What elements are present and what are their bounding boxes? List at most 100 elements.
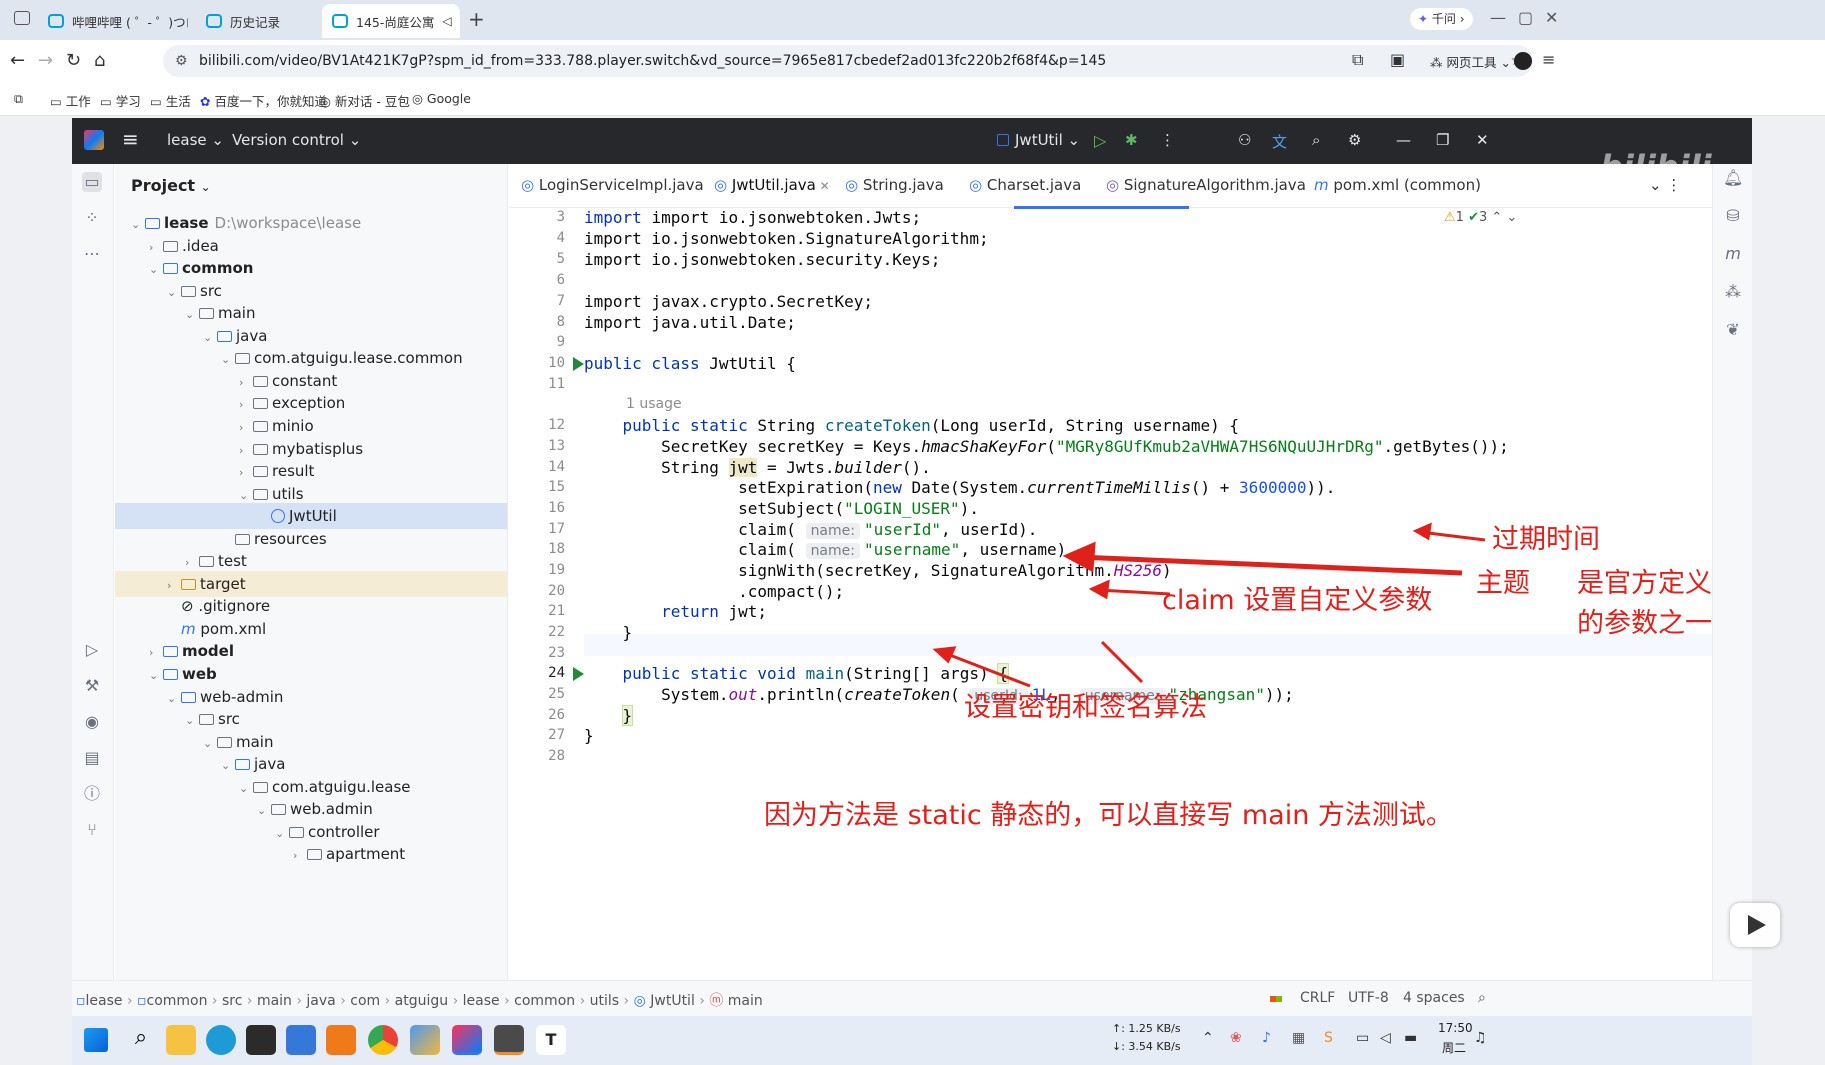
breadcrumb-item[interactable]: lease bbox=[463, 993, 500, 1009]
browser-tab-history[interactable]: 历史记录 bbox=[196, 4, 316, 38]
intellij-taskbar-icon[interactable] bbox=[452, 1025, 482, 1055]
file-encoding[interactable]: UTF-8 bbox=[1348, 990, 1389, 1006]
more-tools-icon[interactable]: ⋯ bbox=[82, 244, 102, 264]
sublime-tray-icon[interactable]: S bbox=[1324, 1030, 1333, 1046]
problems-icon[interactable]: ⓘ bbox=[82, 784, 102, 804]
breadcrumb-item[interactable]: ⓜ main bbox=[709, 993, 762, 1009]
ide-restore-button[interactable]: ❐ bbox=[1436, 131, 1449, 149]
bookmark-doubao[interactable]: ◎ 新对话 - 豆包 bbox=[320, 91, 410, 110]
editor-tab-4[interactable]: ◎ SignatureAlgorithm.java bbox=[1106, 176, 1306, 194]
breadcrumb-item[interactable]: main bbox=[257, 993, 292, 1009]
taskbar-search-icon[interactable]: ⌕ bbox=[126, 1025, 156, 1055]
lock-icon[interactable]: ⌕ bbox=[1478, 990, 1486, 1006]
back-icon[interactable]: ← bbox=[10, 50, 25, 71]
project-tool-icon[interactable]: ▭ bbox=[82, 172, 102, 192]
structure-icon[interactable]: ⁘ bbox=[82, 208, 102, 228]
line-separator[interactable]: CRLF bbox=[1300, 990, 1335, 1006]
reload-icon[interactable]: ↻ bbox=[66, 50, 81, 71]
indent-setting[interactable]: 4 spaces bbox=[1403, 990, 1465, 1006]
qianwen-button[interactable]: ✦ 千问 › bbox=[1410, 8, 1473, 30]
editor-tab-5[interactable]: m pom.xml (common) bbox=[1314, 176, 1481, 194]
spring-icon[interactable]: ❦ bbox=[1723, 320, 1743, 340]
run-tool-icon[interactable]: ▷ bbox=[82, 640, 102, 660]
bookmark-work[interactable]: ▭ 工作 bbox=[50, 91, 91, 110]
run-icon[interactable]: ▷ bbox=[1094, 131, 1106, 150]
notifications-icon[interactable]: 🔔︎ bbox=[1723, 168, 1743, 188]
battery-icon[interactable]: ▬ bbox=[1404, 1030, 1417, 1046]
browser-tab-video[interactable]: 145-尚庭公寓 ◁ ✕ bbox=[322, 4, 460, 38]
menu-icon[interactable]: ≡ bbox=[1542, 50, 1555, 69]
debug-icon[interactable]: ✱ bbox=[1125, 131, 1138, 149]
editor-tab-0[interactable]: ◎ LoginServiceImpl.java bbox=[521, 176, 704, 194]
maven-icon[interactable]: m bbox=[1723, 244, 1743, 264]
run-config-selector[interactable]: JwtUtil ⌄ bbox=[997, 131, 1080, 149]
more-actions-icon[interactable]: ⋮ bbox=[1160, 131, 1175, 149]
usage-hint[interactable]: 1 usage bbox=[626, 396, 682, 412]
extensions-icon[interactable]: ⧉ bbox=[1352, 50, 1363, 70]
editor-tab-3[interactable]: ◎ Charset.java bbox=[969, 176, 1081, 194]
gutter-run-icon[interactable] bbox=[573, 357, 584, 371]
gutter-run-icon[interactable] bbox=[573, 667, 584, 681]
breadcrumb-item[interactable]: java bbox=[306, 993, 335, 1009]
ide-minimize-button[interactable]: — bbox=[1396, 131, 1411, 149]
project-switcher[interactable]: lease ⌄ bbox=[167, 131, 224, 149]
close-window-button[interactable]: ✕ bbox=[1545, 8, 1558, 27]
webtools-button[interactable]: ⁂ 网页工具 ⌄ bbox=[1430, 52, 1511, 71]
project-panel-title[interactable]: Project ⌄ bbox=[131, 176, 211, 195]
search-icon[interactable]: ⌕ bbox=[1312, 131, 1320, 149]
hierarchy-icon[interactable]: ⁂ bbox=[1723, 282, 1743, 302]
sublime-icon[interactable] bbox=[494, 1025, 524, 1055]
clock-day[interactable]: 周二 bbox=[1442, 1039, 1466, 1056]
chevron-right-icon[interactable]: › bbox=[293, 843, 307, 869]
tree-item-apartment[interactable]: › apartment bbox=[115, 841, 507, 869]
build-icon[interactable]: ⚒ bbox=[82, 676, 102, 696]
translate-icon[interactable]: 文 bbox=[1272, 131, 1287, 152]
breadcrumb-item[interactable]: src bbox=[222, 993, 242, 1009]
edge-icon[interactable] bbox=[206, 1025, 236, 1055]
home-icon[interactable]: ⌂ bbox=[94, 50, 105, 71]
editor-tab-2[interactable]: ◎ String.java bbox=[845, 176, 944, 194]
workspaces-icon[interactable] bbox=[14, 11, 30, 25]
maximize-button[interactable]: ▢ bbox=[1518, 8, 1533, 27]
bookmark-apps-icon[interactable]: ⧉ bbox=[14, 91, 23, 107]
browser-tab-bilibili[interactable]: 哔哩哔哩 ( ゜- ゜)つロ bbox=[38, 4, 188, 38]
forward-icon[interactable]: → bbox=[38, 50, 53, 71]
display-icon[interactable]: ▭ bbox=[1356, 1030, 1369, 1046]
settings-icon[interactable]: ⚙ bbox=[1348, 131, 1361, 149]
terminal-icon[interactable]: ▤ bbox=[82, 748, 102, 768]
terminal-app-icon[interactable] bbox=[246, 1025, 276, 1055]
avatar[interactable] bbox=[1514, 52, 1532, 70]
breadcrumb-item[interactable]: utils bbox=[590, 993, 619, 1009]
tray-chevron-icon[interactable]: ⌃ bbox=[1202, 1030, 1214, 1046]
git-icon[interactable]: ⑂ bbox=[82, 820, 102, 840]
bookmark-baidu[interactable]: ✿ 百度一下，你就知道 bbox=[200, 91, 327, 110]
store-icon[interactable] bbox=[286, 1025, 316, 1055]
url-field[interactable]: ⚙ bilibili.com/video/BV1At421K7gP?spm_id… bbox=[163, 45, 1533, 77]
vcs-menu[interactable]: Version control ⌄ bbox=[232, 131, 361, 149]
site-info-icon[interactable]: ⚙ bbox=[175, 45, 188, 77]
breadcrumb-item[interactable]: ▫common bbox=[137, 993, 207, 1009]
volume-icon[interactable]: ◁ bbox=[1380, 1030, 1391, 1046]
ide-close-button[interactable]: ✕ bbox=[1476, 131, 1489, 149]
main-menu-icon[interactable]: ≡ bbox=[122, 127, 139, 151]
chrome-icon[interactable] bbox=[368, 1025, 398, 1055]
tray-app-icon[interactable]: ❀ bbox=[1230, 1030, 1242, 1046]
breadcrumb-item[interactable]: com bbox=[350, 993, 380, 1009]
bookmark-life[interactable]: ▭ 生活 bbox=[150, 91, 191, 110]
typora-icon[interactable]: T bbox=[536, 1025, 566, 1055]
code-editor[interactable]: ⚠1 ✔3 ⌃ ⌄ import import io.jsonwebtoken.… bbox=[584, 208, 1712, 980]
app-orange-icon[interactable] bbox=[326, 1025, 356, 1055]
breadcrumb-item[interactable]: ◎ JwtUtil bbox=[634, 993, 695, 1009]
screenshot-icon[interactable]: ▣ bbox=[1390, 50, 1405, 69]
app-colorful-icon[interactable] bbox=[410, 1025, 440, 1055]
clock-time[interactable]: 17:50 bbox=[1438, 1021, 1473, 1035]
bookmark-google[interactable]: ◎ Google bbox=[412, 91, 471, 106]
new-tab-button[interactable]: + bbox=[468, 7, 485, 31]
editor-tab-1[interactable]: ◎ JwtUtil.java ✕ bbox=[714, 176, 830, 194]
breadcrumb-item[interactable]: common bbox=[514, 993, 575, 1009]
breadcrumb-item[interactable]: atguigu bbox=[395, 993, 448, 1009]
breadcrumb-item[interactable]: ▫lease bbox=[76, 993, 123, 1009]
file-explorer-icon[interactable] bbox=[166, 1025, 196, 1055]
play-button[interactable] bbox=[1730, 903, 1780, 947]
start-icon[interactable] bbox=[84, 1028, 108, 1052]
